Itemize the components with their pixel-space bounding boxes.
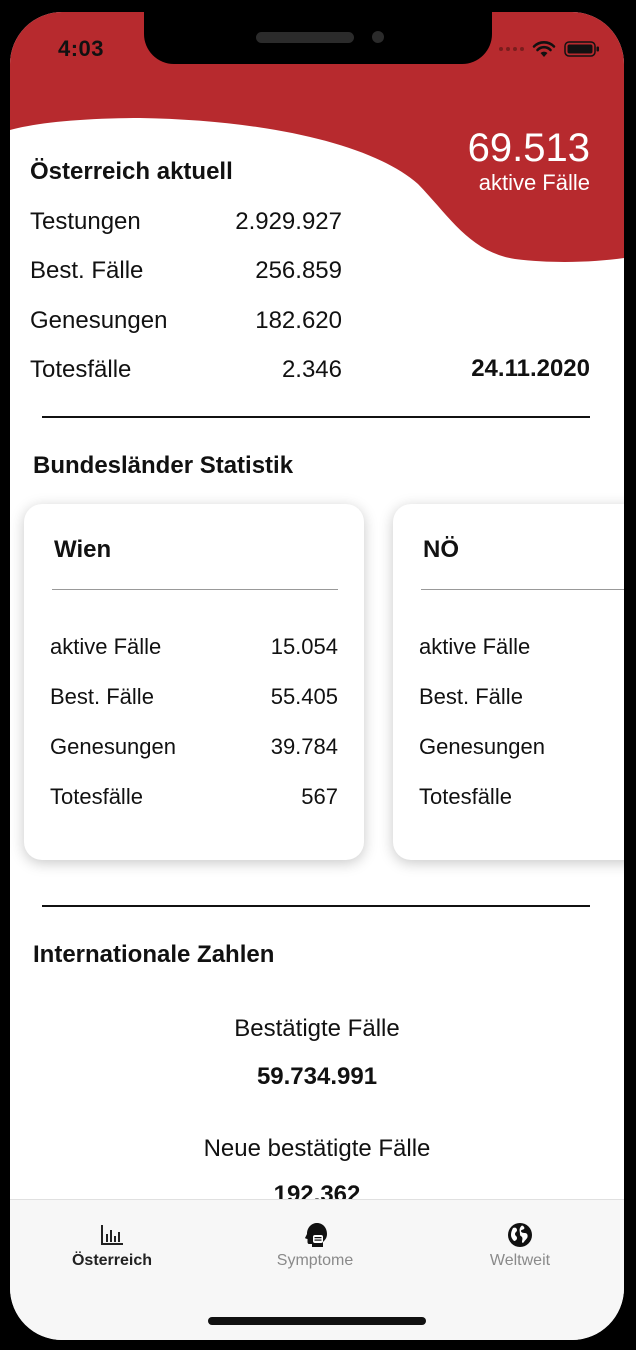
card-row-active: aktive Fälle [419,634,624,660]
state-card-noe[interactable]: NÖ aktive Fälle Best. Fälle Genesungen T… [393,504,624,860]
card-divider [52,589,338,590]
card-row-label: Best. Fälle [419,684,523,709]
active-cases-summary: 69.513 aktive Fälle [468,126,590,196]
intl-new-confirmed-label: Neue bestätigte Fälle [203,1135,431,1162]
card-divider [421,589,624,590]
stat-label: Genesungen [30,307,168,334]
section-divider [42,905,590,907]
card-row-confirmed: Best. Fälle 55.405 [50,684,338,710]
intl-confirmed-value: 59.734.991 [256,1063,378,1090]
austria-row-deaths: Totesfälle 2.346 [30,356,342,384]
active-cases-label: aktive Fälle [478,170,590,195]
state-card-title: Wien [54,536,112,563]
card-row-value: 55.405 [270,684,338,709]
states-title: Bundesländer Statistik [33,452,294,479]
card-row-deaths: Totesfälle [419,784,624,810]
card-row-label: Genesungen [419,734,545,759]
stat-value: 2.929.927 [235,208,342,235]
intl-confirmed-label: Bestätigte Fälle [234,1015,400,1042]
card-row-label: Genesungen [50,734,176,759]
device-notch [144,12,492,64]
battery-icon [564,41,599,57]
card-row-recovered: Genesungen [419,734,624,760]
international-title: Internationale Zahlen [33,941,275,968]
section-divider [42,416,590,418]
status-time: 4:03 [58,36,105,61]
wifi-icon [532,41,556,57]
card-row-label: Best. Fälle [50,684,154,709]
card-row-label: Totesfälle [50,784,143,809]
speaker-grille [256,32,354,43]
card-row-value: 15.054 [270,634,338,659]
signal-icon [499,47,524,51]
state-card-wien[interactable]: Wien aktive Fälle 15.054 Best. Fälle 55.… [24,504,364,860]
tab-weltweit[interactable]: Weltweit [440,1222,600,1270]
card-row-value: 567 [301,784,338,809]
globe-icon [508,1223,532,1247]
front-camera [372,31,384,43]
card-row-label: aktive Fälle [419,634,531,659]
stat-label: Best. Fälle [30,257,144,284]
phone-screen: 4:03 69.513 aktive Fälle Österreich aktu… [10,12,624,1340]
austria-row-confirmed: Best. Fälle 256.859 [30,257,342,285]
card-row-label: aktive Fälle [50,634,162,659]
card-row-confirmed: Best. Fälle [419,684,624,710]
card-row-label: Totesfälle [419,784,512,809]
card-row-value: 39.784 [270,734,338,759]
data-date: 24.11.2020 [471,355,590,382]
card-row-recovered: Genesungen 39.784 [50,734,338,760]
tab-oesterreich[interactable]: Österreich [32,1222,192,1270]
card-row-deaths: Totesfälle 567 [50,784,338,810]
head-mask-icon [305,1223,327,1247]
active-cases-number: 69.513 [467,126,590,170]
status-icons [499,38,600,60]
state-card-title: NÖ [423,536,459,563]
home-indicator [208,1317,426,1325]
stat-label: Totesfälle [30,356,132,383]
tab-label: Weltweit [489,1252,551,1269]
austria-row-recovered: Genesungen 182.620 [30,307,342,335]
austria-title: Österreich aktuell [30,158,233,185]
stat-label: Testungen [30,208,141,235]
tab-label: Österreich [71,1252,153,1269]
bar-chart-icon [101,1225,123,1245]
tab-label: Symptome [276,1252,354,1269]
austria-row-tests: Testungen 2.929.927 [30,208,342,236]
stat-value: 182.620 [255,307,342,334]
stat-value: 256.859 [255,257,342,284]
stat-value: 2.346 [281,356,342,383]
tab-symptome[interactable]: Symptome [235,1222,395,1270]
card-row-active: aktive Fälle 15.054 [50,634,338,660]
